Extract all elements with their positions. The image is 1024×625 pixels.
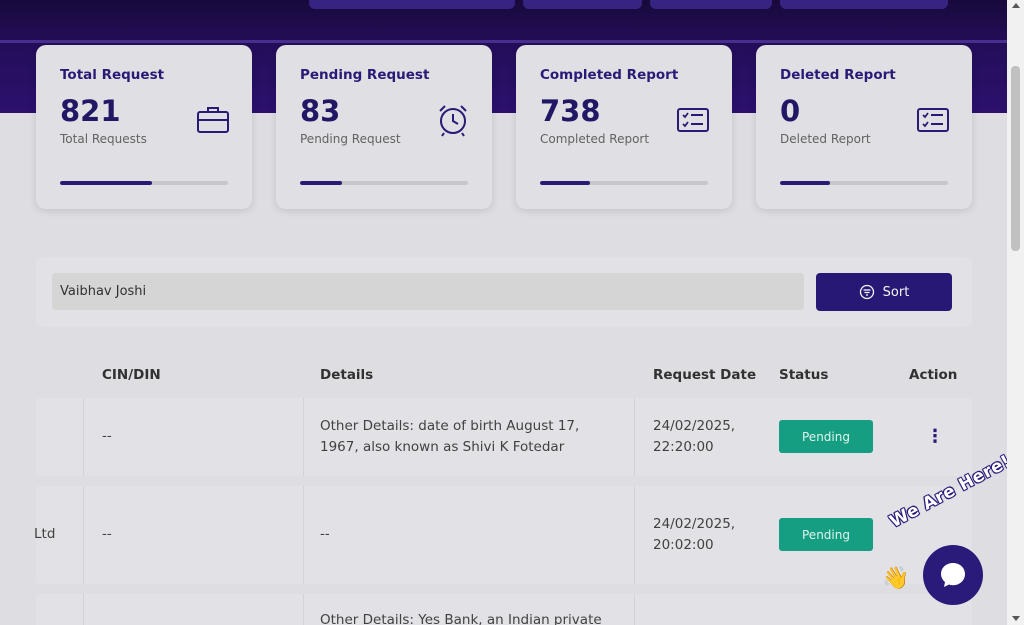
stat-card-completed: Completed Report 738 Completed Report	[516, 45, 732, 209]
column-divider	[634, 398, 635, 476]
table-row: Ltd -- -- 24/02/2025, 20:02:00 Pending	[34, 486, 972, 584]
stat-progress	[780, 181, 948, 185]
alarm-clock-icon	[439, 105, 467, 137]
cell-request-date: 24/02/2025, 20:02:00	[653, 516, 736, 553]
stat-progress-fill	[540, 181, 591, 185]
filter-icon	[859, 284, 874, 300]
column-divider	[634, 486, 635, 584]
scroll-up-arrow-icon[interactable]	[1012, 3, 1020, 8]
column-header-request-date[interactable]: Request Date	[653, 367, 756, 383]
column-divider	[634, 594, 635, 625]
cell-details: Other Details: date of birth August 17, …	[320, 418, 580, 455]
stat-title: Completed Report	[540, 67, 679, 83]
stat-progress	[300, 181, 468, 185]
column-header-details[interactable]: Details	[320, 367, 373, 383]
column-header-cin[interactable]: CIN/DIN	[102, 367, 161, 383]
waving-hand-icon: 👋	[882, 566, 910, 591]
column-divider	[303, 398, 304, 476]
chat-bubble-icon	[941, 563, 965, 587]
column-header-action: Action	[909, 367, 958, 383]
briefcase-icon	[197, 107, 229, 133]
stat-progress-fill	[60, 181, 153, 185]
column-divider	[83, 398, 84, 476]
search-panel: Sort	[36, 257, 972, 327]
column-divider	[83, 486, 84, 584]
scrollbar-thumb[interactable]	[1011, 66, 1020, 251]
stat-progress-fill	[780, 181, 831, 185]
table-row: Other Details: Yes Bank, an Indian priva…	[36, 594, 972, 625]
sort-button[interactable]: Sort	[816, 273, 952, 311]
cell-name: Ltd	[34, 526, 56, 542]
table-row: -- Other Details: date of birth August 1…	[36, 398, 972, 476]
top-nav-button-3[interactable]	[650, 0, 772, 9]
status-badge: Pending	[779, 420, 873, 453]
more-actions-icon[interactable]: ⋮	[926, 428, 944, 446]
stat-card-deleted: Deleted Report 0 Deleted Report	[756, 45, 972, 209]
search-input[interactable]	[52, 273, 804, 310]
chat-launcher-button[interactable]	[923, 545, 983, 605]
stat-progress	[540, 181, 708, 185]
sort-button-label: Sort	[882, 284, 910, 300]
top-nav-button-1[interactable]	[309, 0, 515, 9]
cell-request-date: 24/02/2025, 22:20:00	[653, 418, 736, 455]
page-scrollbar[interactable]	[1007, 0, 1024, 625]
stat-card-pending: Pending Request 83 Pending Request	[276, 45, 492, 209]
stat-title: Total Request	[60, 67, 165, 83]
cell-details: Other Details: Yes Bank, an Indian priva…	[320, 612, 602, 625]
top-nav-button-4[interactable]	[780, 0, 948, 9]
top-nav-button-2[interactable]	[523, 0, 642, 9]
column-divider	[303, 486, 304, 584]
stat-card-total: Total Request 821 Total Requests	[36, 45, 252, 209]
checklist-icon	[917, 108, 949, 132]
column-divider	[83, 594, 84, 625]
banner-glow-line	[0, 40, 1007, 43]
cell-cin: --	[102, 428, 112, 444]
stat-title: Deleted Report	[780, 67, 896, 83]
column-header-status[interactable]: Status	[779, 367, 828, 383]
cell-details: --	[320, 526, 330, 542]
checklist-icon	[677, 108, 709, 132]
column-divider	[303, 594, 304, 625]
stat-title: Pending Request	[300, 67, 430, 83]
stat-progress	[60, 181, 228, 185]
scroll-down-arrow-icon[interactable]	[1012, 616, 1020, 621]
stat-progress-fill	[300, 181, 342, 185]
status-badge: Pending	[779, 518, 873, 551]
cell-cin: --	[102, 526, 112, 542]
